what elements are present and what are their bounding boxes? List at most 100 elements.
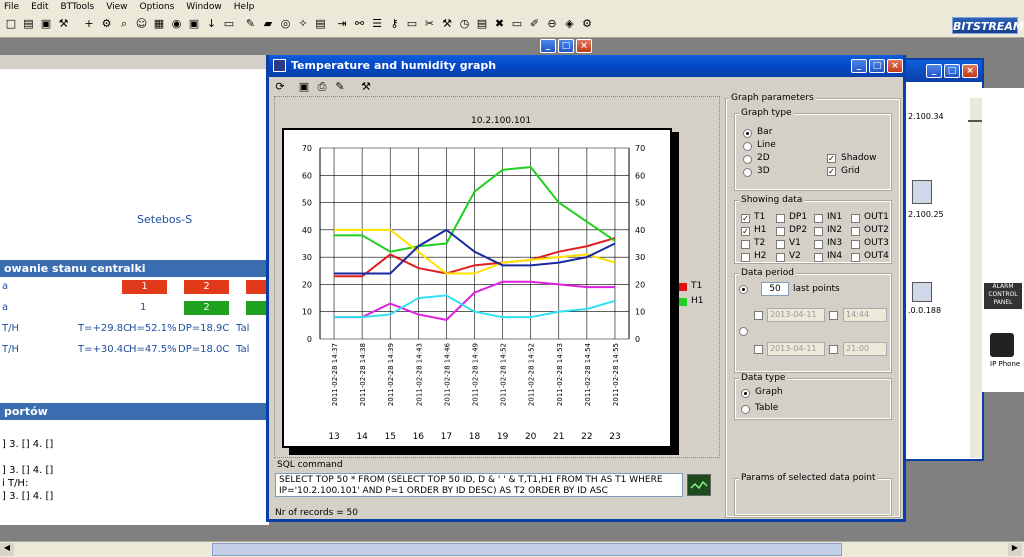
checkbox-in2[interactable]	[814, 227, 823, 236]
phone-icon[interactable]	[990, 333, 1014, 357]
table-radio[interactable]	[741, 405, 750, 414]
vertical-scrollbar[interactable]	[970, 98, 982, 458]
save-icon[interactable]: ▣	[39, 17, 53, 31]
search-icon[interactable]: ⌕	[117, 17, 131, 31]
checkbox-h2[interactable]	[741, 253, 750, 262]
warning-icon[interactable]: ◈	[563, 17, 577, 31]
globe-icon[interactable]: ◎	[279, 17, 293, 31]
date-to-field[interactable]: 2013-04-11	[767, 342, 825, 356]
checkbox-out4[interactable]	[851, 253, 860, 262]
date-from-checkbox[interactable]	[754, 311, 763, 320]
people-icon[interactable]: ☺	[135, 17, 149, 31]
refresh-icon[interactable]: ⟳	[273, 80, 287, 94]
time-to-field[interactable]: 21:00	[843, 342, 887, 356]
chart-icon[interactable]: ◉	[170, 17, 184, 31]
minimize-button[interactable]: _	[851, 59, 867, 73]
stop-icon[interactable]: ⊖	[545, 17, 559, 31]
checkbox-h1[interactable]: ✓	[741, 227, 750, 236]
time-from-field[interactable]: 14:44	[843, 308, 887, 322]
run-query-button[interactable]	[687, 474, 711, 496]
menu-view[interactable]: View	[106, 2, 127, 12]
tools-icon[interactable]: ⚒	[359, 80, 373, 94]
checkbox-out1[interactable]	[851, 214, 860, 223]
line-radio[interactable]	[743, 142, 752, 151]
exit-icon[interactable]: ⇥	[335, 17, 349, 31]
maximize-button[interactable]: □	[558, 39, 574, 53]
menu-window[interactable]: Window	[186, 2, 222, 12]
scroll-right-icon[interactable]: ▶	[1008, 543, 1022, 556]
points-input[interactable]: 50	[761, 282, 789, 296]
folder-icon[interactable]: ▰	[261, 17, 275, 31]
open-icon[interactable]: ▤	[22, 17, 36, 31]
checkbox-t2[interactable]	[741, 240, 750, 249]
note-icon[interactable]: ▭	[222, 17, 236, 31]
grid-checkbox[interactable]: ✓	[827, 167, 836, 176]
print-icon[interactable]: ⎙	[315, 80, 329, 94]
x-icon[interactable]: ✖	[493, 17, 507, 31]
book-icon[interactable]: ☰	[370, 17, 384, 31]
scroll-thumb[interactable]	[212, 543, 842, 556]
calc-icon[interactable]: ▤	[314, 17, 328, 31]
maximize-button[interactable]: □	[869, 59, 885, 73]
shadow-checkbox[interactable]: ✓	[827, 154, 836, 163]
graph-radio[interactable]	[741, 389, 750, 398]
gear-icon[interactable]: ⚙	[580, 17, 594, 31]
scroll-left-icon[interactable]: ◀	[0, 543, 14, 556]
close-button[interactable]: ×	[576, 39, 592, 53]
date-from-field[interactable]: 2013-04-11	[767, 308, 825, 322]
checkbox-in4[interactable]	[814, 253, 823, 262]
date-to-checkbox[interactable]	[754, 345, 763, 354]
menu-file[interactable]: File	[4, 2, 19, 12]
key-icon[interactable]: ⚷	[388, 17, 402, 31]
checkbox-in3[interactable]	[814, 240, 823, 249]
folder2-icon[interactable]: ▭	[405, 17, 419, 31]
maximize-button[interactable]: □	[944, 64, 960, 78]
date-range-radio[interactable]	[739, 327, 748, 336]
bar-radio[interactable]	[743, 129, 752, 138]
binoculars-icon[interactable]: ⚙	[100, 17, 114, 31]
arrow-icon[interactable]: ↓	[205, 17, 219, 31]
star-icon[interactable]: ✧	[296, 17, 310, 31]
graph-toolbar: ⟳ ▣ ⎙ ✎ ⚒	[273, 79, 377, 95]
checkbox-t1[interactable]: ✓	[741, 214, 750, 223]
checkbox-in1[interactable]	[814, 214, 823, 223]
minimize-button[interactable]: _	[926, 64, 942, 78]
new-icon[interactable]: □	[4, 17, 18, 31]
wrench-icon[interactable]: ⚒	[440, 17, 454, 31]
checkbox-v1[interactable]	[776, 240, 785, 249]
time-to-checkbox[interactable]	[829, 345, 838, 354]
close-button[interactable]: ×	[887, 59, 903, 73]
export-icon[interactable]: ✎	[333, 80, 347, 94]
close-button[interactable]: ×	[962, 64, 978, 78]
menu-options[interactable]: Options	[140, 2, 175, 12]
time-from-checkbox[interactable]	[829, 311, 838, 320]
menu-bttools[interactable]: BTTools	[61, 2, 95, 12]
menu-help[interactable]: Help	[234, 2, 255, 12]
scissors-icon[interactable]: ✂	[423, 17, 437, 31]
checkbox-dp1[interactable]	[776, 214, 785, 223]
checkbox-dp2[interactable]	[776, 227, 785, 236]
pencil-icon[interactable]: ✎	[244, 17, 258, 31]
save-icon[interactable]: ▣	[297, 80, 311, 94]
floppy-icon[interactable]: ▣	[187, 17, 201, 31]
sql-command-field[interactable]: SELECT TOP 50 * FROM (SELECT TOP 50 ID, …	[275, 473, 683, 497]
minimize-button[interactable]: _	[540, 39, 556, 53]
checkbox-v2[interactable]	[776, 253, 785, 262]
checkbox-out3[interactable]	[851, 240, 860, 249]
2d-radio[interactable]	[743, 155, 752, 164]
device-icon[interactable]	[912, 180, 932, 204]
card-icon[interactable]: ▭	[510, 17, 524, 31]
clock-icon[interactable]: ◷	[458, 17, 472, 31]
add-icon[interactable]: +	[82, 17, 96, 31]
checkbox-out2[interactable]	[851, 227, 860, 236]
tools-icon[interactable]: ⚒	[57, 17, 71, 31]
device-icon[interactable]	[912, 282, 932, 302]
3d-radio[interactable]	[743, 168, 752, 177]
horizontal-scrollbar[interactable]: ◀ ▶	[0, 541, 1024, 557]
menu-edit[interactable]: Edit	[31, 2, 48, 12]
table-icon[interactable]: ▦	[152, 17, 166, 31]
list-icon[interactable]: ▤	[475, 17, 489, 31]
last-points-radio[interactable]	[739, 285, 748, 294]
pen-icon[interactable]: ✐	[528, 17, 542, 31]
network-icon[interactable]: ⚯	[353, 17, 367, 31]
